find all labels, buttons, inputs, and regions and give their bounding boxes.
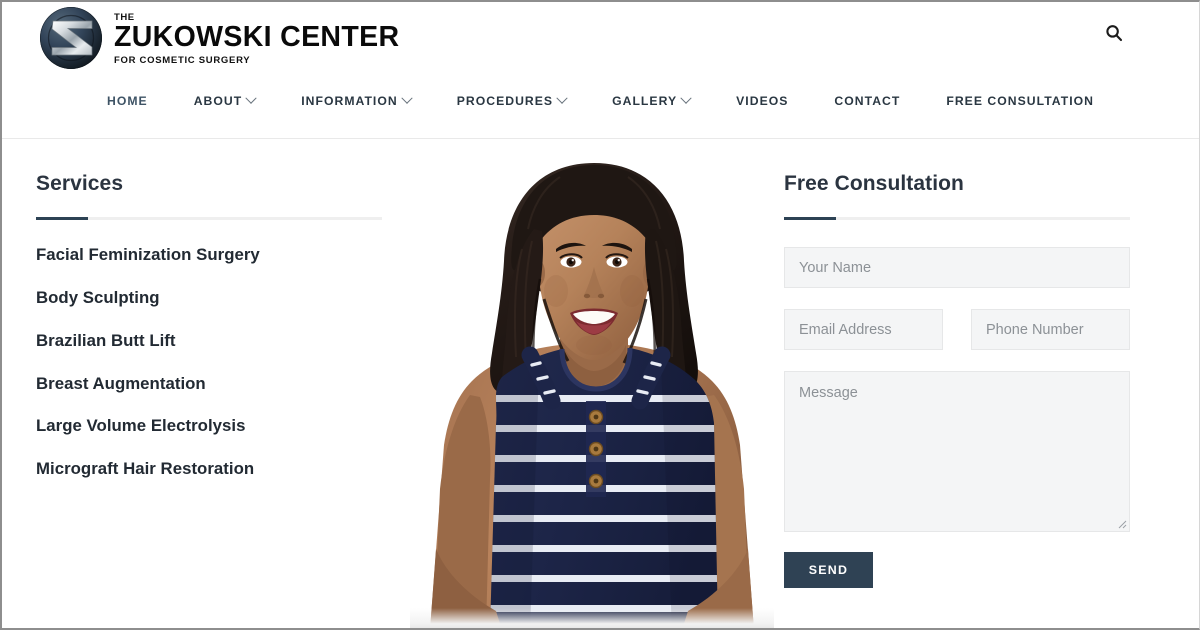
services-section: Services Facial Feminization Surgery Bod… <box>36 172 382 502</box>
nav-item-free-consultation[interactable]: FREE CONSULTATION <box>923 94 1117 108</box>
send-button[interactable]: SEND <box>784 552 873 589</box>
service-item-body-sculpting[interactable]: Body Sculpting <box>36 288 382 307</box>
chevron-down-icon <box>680 92 692 104</box>
nav-item-information[interactable]: INFORMATION <box>278 92 433 108</box>
zukowski-z-monogram-icon <box>40 7 102 69</box>
nav-label: PROCEDURES <box>456 94 554 108</box>
service-item-brazilian-butt-lift[interactable]: Brazilian Butt Lift <box>36 331 382 350</box>
nav-label: CONTACT <box>834 94 901 108</box>
nav-item-home[interactable]: HOME <box>84 94 171 108</box>
main-navigation: HOME ABOUT INFORMATION PROCEDURES GALLER… <box>2 92 1199 108</box>
nav-label: INFORMATION <box>301 94 398 108</box>
name-input[interactable] <box>784 247 1130 289</box>
service-item-breast-augmentation[interactable]: Breast Augmentation <box>36 374 382 393</box>
service-item-facial-feminization-surgery[interactable]: Facial Feminization Surgery <box>36 245 382 264</box>
nav-label: ABOUT <box>193 94 243 108</box>
consultation-title: Free Consultation <box>784 172 964 195</box>
logo-wordmark: THE ZUKOWSKI CENTER FOR COSMETIC SURGERY <box>114 11 399 65</box>
chevron-down-icon <box>556 92 568 104</box>
consultation-form: SEND <box>784 247 1130 589</box>
consultation-section: Free Consultation SEND <box>784 172 1130 589</box>
message-field-wrapper <box>784 371 1130 533</box>
section-divider <box>784 217 1130 221</box>
nav-label: FREE CONSULTATION <box>946 94 1094 108</box>
services-list: Facial Feminization Surgery Body Sculpti… <box>36 245 382 478</box>
logo-line-name: ZUKOWSKI CENTER <box>114 21 400 54</box>
nav-item-contact[interactable]: CONTACT <box>811 94 923 108</box>
nav-item-gallery[interactable]: GALLERY <box>589 92 713 108</box>
chevron-down-icon <box>401 92 413 104</box>
chevron-down-icon <box>245 92 257 104</box>
hero-portrait-image <box>410 149 774 628</box>
message-textarea[interactable] <box>784 371 1130 533</box>
nav-item-procedures[interactable]: PROCEDURES <box>434 92 589 108</box>
nav-label: GALLERY <box>612 94 678 108</box>
nav-item-videos[interactable]: VIDEOS <box>713 94 811 108</box>
section-divider <box>36 217 382 221</box>
logo-line-tagline: FOR COSMETIC SURGERY <box>114 54 251 66</box>
phone-input[interactable] <box>971 309 1130 351</box>
email-input[interactable] <box>784 309 943 351</box>
service-item-micrograft-hair-restoration[interactable]: Micrograft Hair Restoration <box>36 459 382 478</box>
webpage: THE ZUKOWSKI CENTER FOR COSMETIC SURGERY… <box>0 0 1200 630</box>
nav-label: VIDEOS <box>736 94 789 108</box>
service-item-large-volume-electrolysis[interactable]: Large Volume Electrolysis <box>36 416 382 435</box>
search-icon[interactable] <box>1101 20 1127 46</box>
services-title: Services <box>36 172 124 195</box>
site-header: THE ZUKOWSKI CENTER FOR COSMETIC SURGERY… <box>2 2 1199 139</box>
page-content: Services Facial Feminization Surgery Bod… <box>2 139 1199 628</box>
site-logo[interactable]: THE ZUKOWSKI CENTER FOR COSMETIC SURGERY <box>40 7 399 69</box>
nav-item-about[interactable]: ABOUT <box>171 92 279 108</box>
contact-fields-row <box>784 309 1130 351</box>
nav-label: HOME <box>107 94 148 108</box>
